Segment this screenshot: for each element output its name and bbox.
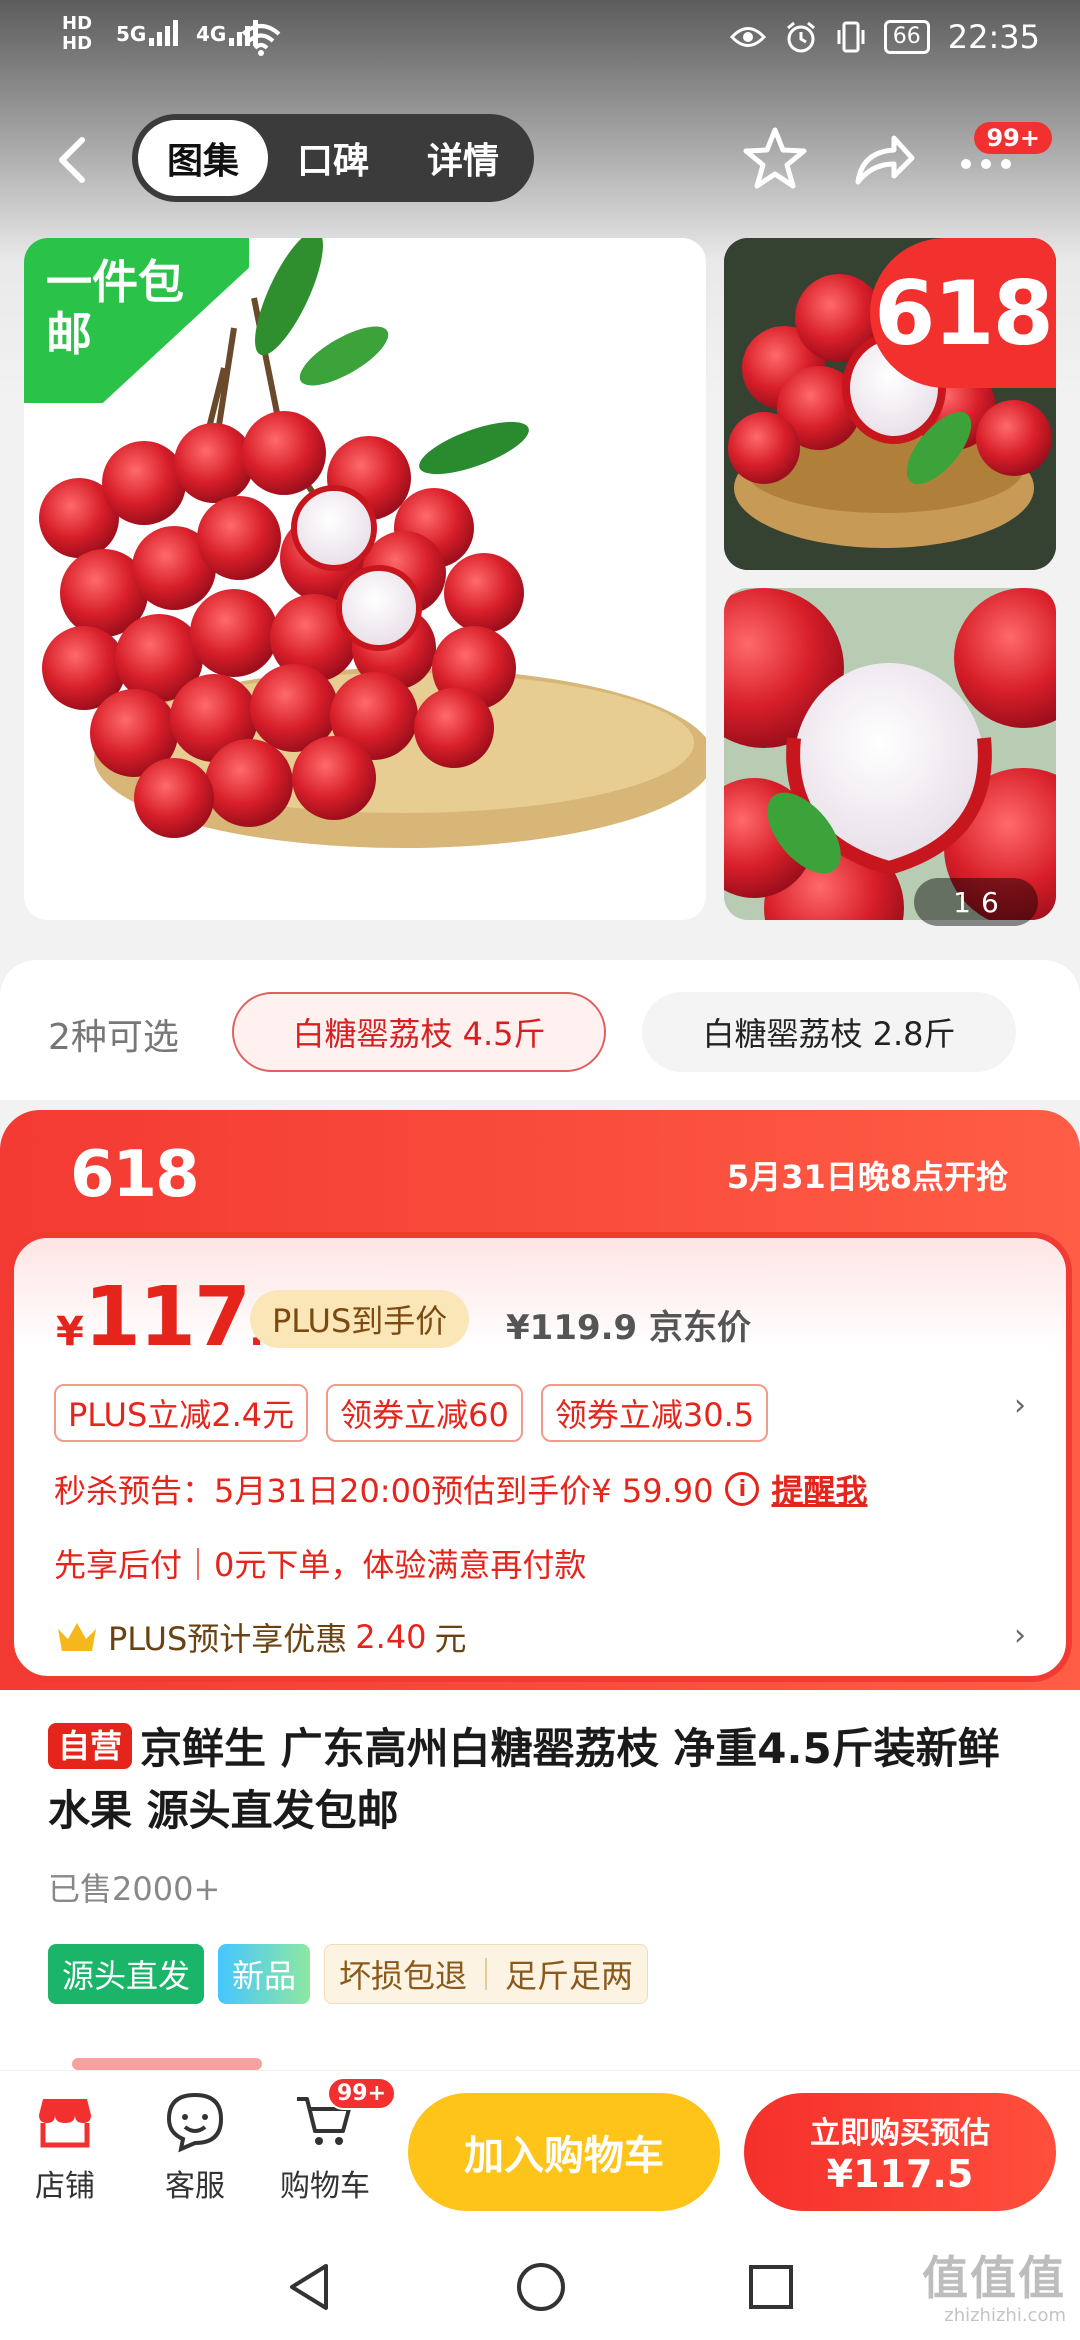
coupon-30-5[interactable]: 领券立减30.5 [540,1384,769,1442]
status-bar: HD HD 5G 4G 66 22:35 [0,0,1080,80]
nav-home-icon[interactable] [514,2260,568,2314]
coupon-list[interactable]: PLUS立减2.4元 领券立减60 领券立减30.5 [54,1384,769,1442]
plus-row-amount: 2.40 [355,1618,427,1656]
product-title-text: 京鲜生 广东高州白糖罂荔枝 净重4.5斤装新鲜水果 源头直发包邮 [48,1724,1000,1835]
promo-618-card: 618 5月31日晚8点开抢 ¥ 117 .5 PLUS到手价 ¥119.9 京… [0,1110,1080,1690]
service-icon [166,2092,224,2153]
tab-reviews[interactable]: 口碑 [268,120,398,196]
battery-indicator: 66 [883,20,930,54]
badge-618: 618 [870,238,1056,388]
variant-selector: 2种可选 白糖罂荔枝 4.5斤 白糖罂荔枝 2.8斤 [0,960,1080,1100]
self-operated-badge: 自营 [48,1723,133,1769]
pager-total: 6 [981,885,999,919]
vibrate-icon [837,21,865,53]
free-shipping-label: 一件包邮 [46,255,184,361]
nav-back-icon[interactable] [284,2260,334,2314]
cart-button[interactable]: 99+ 购物车 [270,2077,397,2205]
next-section-peek [72,2058,262,2070]
product-title: 自营 京鲜生 广东高州白糖罂荔枝 净重4.5斤装新鲜水果 源头直发包邮 [48,1718,1038,1842]
side-image-1[interactable]: 618 [724,238,1056,570]
plus-row-suffix: 元 [434,1620,467,1658]
main-product-image[interactable]: 一件包邮 [24,238,706,920]
jd-reference-price: ¥119.9 京东价 [506,1308,752,1348]
shop-button[interactable]: 店铺 [10,2089,120,2205]
seckill-text: 秒杀预告：5月31日20:00预估到手价¥ 59.90 [54,1472,714,1510]
crown-icon [58,1623,96,1651]
pager-current: 1 [953,885,971,919]
seckill-preview: 秒杀预告：5月31日20:00预估到手价¥ 59.90 i 提醒我 [54,1466,867,1512]
chevron-right-icon[interactable]: › [1014,1618,1026,1653]
variant-option[interactable]: 白糖罂荔枝 2.8斤 [642,992,1016,1072]
product-navbar: 图集 口碑 详情 99+ [0,110,1080,210]
signal-5g: 5G [116,20,179,46]
buy-now-button[interactable]: 立即购买预估 ¥117.5 [744,2093,1056,2211]
hd2-label: HD [62,33,93,54]
status-right: 66 22:35 [729,18,1040,56]
info-icon[interactable]: i [725,1472,760,1506]
chevron-right-icon[interactable]: › [1014,1388,1026,1423]
product-info: 自营 京鲜生 广东高州白糖罂荔枝 净重4.5斤装新鲜水果 源头直发包邮 已售200… [0,1690,1080,2070]
shop-icon [39,2099,91,2148]
coupon-60[interactable]: 领券立减60 [326,1384,523,1442]
hd1-label: HD [62,13,93,34]
tab-details[interactable]: 详情 [398,120,528,196]
cart-badge: 99+ [327,2077,397,2110]
service-button[interactable]: 客服 [140,2089,250,2205]
watermark-url: zhizhizhi.com [944,2305,1066,2326]
nav-recents-icon[interactable] [746,2260,796,2314]
shop-label: 店铺 [35,2169,95,2204]
section-tabs: 图集 口碑 详情 [132,114,534,202]
price-panel: ¥ 117 .5 PLUS到手价 ¥119.9 京东价 PLUS立减2.4元 领… [8,1232,1072,1682]
clock: 22:35 [947,18,1040,56]
service-tags: 源头直发 新品 坏损包退 足斤足两 [48,1944,649,2004]
side-image-2[interactable] [724,588,1056,920]
net2-label: 4G [196,22,227,46]
sold-count: 已售2000+ [48,1870,221,1908]
coupon-plus[interactable]: PLUS立减2.4元 [54,1384,309,1442]
plus-discount-row[interactable]: PLUS预计享优惠 2.40 元 [54,1614,467,1660]
plus-row-prefix: PLUS预计享优惠 [108,1620,348,1658]
price-currency: ¥ [56,1309,84,1355]
buy-now-price: ¥117.5 [826,2152,974,2196]
tag-guarantees[interactable]: 坏损包退 足斤足两 [324,1944,649,2004]
alarm-icon [786,21,815,53]
net1-label: 5G [116,22,147,46]
share-icon[interactable] [848,124,918,194]
buy-now-label: 立即购买预估 [810,2116,990,2151]
star-icon[interactable] [740,124,810,194]
bottom-action-bar: 店铺 客服 99+ 购物车 加入购物车 立即购买预估 ¥117.5 [0,2070,1080,2230]
tag-new: 新品 [218,1944,311,2004]
remind-me-link[interactable]: 提醒我 [771,1466,867,1512]
signal-bars-icon [149,20,179,46]
variant-option-selected[interactable]: 白糖罂荔枝 4.5斤 [232,992,606,1072]
tag-refund: 坏损包退 [339,1957,468,1995]
system-nav-bar [0,2230,1080,2340]
tag-direct-ship: 源头直发 [48,1944,205,2004]
plus-price-tag: PLUS到手价 [250,1290,470,1348]
price-integer: 117 [83,1270,251,1365]
wifi-icon [241,24,281,56]
more-badge: 99+ [974,122,1052,154]
hd-indicators: HD HD [62,14,92,54]
variant-count: 2种可选 [48,1017,179,1058]
service-label: 客服 [165,2169,225,2204]
tab-gallery[interactable]: 图集 [138,120,268,196]
back-icon[interactable] [50,132,100,188]
eye-icon [729,27,766,47]
image-pager: 1 6 [914,878,1038,926]
pay-later-text[interactable]: 先享后付｜0元下单，体验满意再付款 [54,1540,586,1586]
lychee-closeup-image [724,588,1056,920]
watermark-logo: 值值值 [922,2251,1066,2305]
promo-618-label: 618 [70,1138,200,1212]
more-menu[interactable]: 99+ [952,122,1062,194]
tag-full-weight: 足斤足两 [505,1957,634,1995]
add-to-cart-button[interactable]: 加入购物车 [408,2093,720,2211]
cart-label: 购物车 [280,2169,370,2204]
promo-start-time: 5月31日晚8点开抢 [726,1158,1008,1196]
